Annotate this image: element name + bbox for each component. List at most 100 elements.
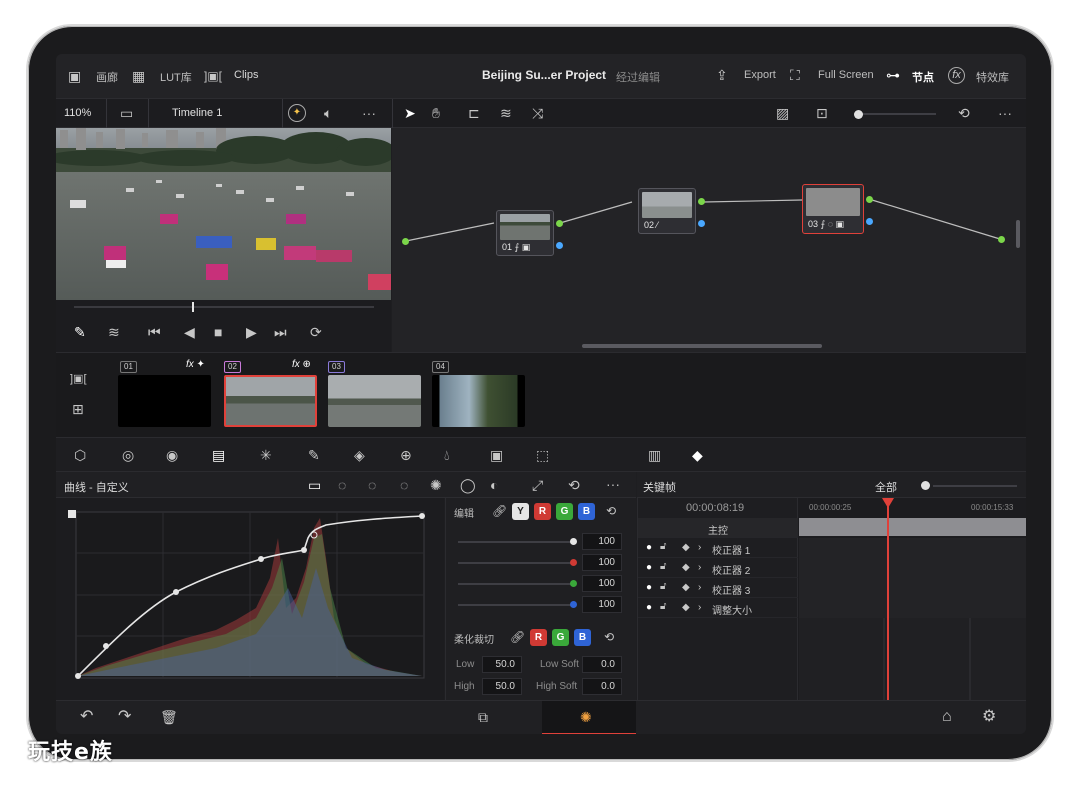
lock-icon[interactable]: 🔓︎ bbox=[660, 581, 666, 592]
magic-icon[interactable]: ✦ bbox=[288, 104, 306, 122]
video-viewer[interactable] bbox=[56, 128, 391, 300]
tracker-icon[interactable]: ⊕ bbox=[400, 447, 412, 463]
sizing-icon[interactable]: ⬚ bbox=[536, 447, 549, 463]
node-02-output[interactable] bbox=[698, 198, 705, 205]
camera-raw-icon[interactable]: ⬡ bbox=[74, 447, 86, 463]
lock-icon[interactable]: 🔓︎ bbox=[660, 541, 666, 552]
visibility-dot-icon[interactable]: ● bbox=[646, 602, 652, 613]
color-wheels-icon[interactable]: ◎ bbox=[122, 447, 134, 463]
key-icon[interactable]: ▣ bbox=[490, 447, 503, 463]
window-icon[interactable]: ◈ bbox=[354, 447, 365, 463]
low-value[interactable]: 50.0 bbox=[482, 656, 522, 673]
media-label[interactable]: 画廊 bbox=[96, 69, 118, 85]
keyframes-icon[interactable]: ◆ bbox=[692, 447, 703, 463]
y-intensity-slider[interactable] bbox=[458, 541, 574, 543]
hand-icon[interactable]: ✋︎ bbox=[432, 105, 440, 121]
reset-curves-icon[interactable]: ⟲ bbox=[568, 477, 580, 493]
high-soft-value[interactable]: 0.0 bbox=[582, 678, 622, 695]
node-03-alpha[interactable] bbox=[866, 218, 873, 225]
play-icon[interactable]: ▶ bbox=[246, 324, 257, 340]
soft-clip-r-button[interactable]: R bbox=[530, 629, 547, 646]
link-icon[interactable]: 🔗︎ bbox=[492, 503, 507, 519]
settings-gear-icon[interactable]: ⚙︎ bbox=[982, 709, 996, 725]
playhead-marker-icon[interactable] bbox=[882, 498, 894, 508]
nodes-label[interactable]: 节点 bbox=[912, 69, 934, 85]
keyframes-scope-dropdown[interactable]: 全部 bbox=[875, 479, 897, 495]
zoom-fit-icon[interactable]: ⊡ bbox=[816, 105, 828, 121]
channel-b-button[interactable]: B bbox=[578, 503, 595, 520]
stop-icon[interactable]: ■ bbox=[214, 324, 222, 340]
timeline-view-icon[interactable]: ⊞ bbox=[72, 401, 84, 417]
blur-icon[interactable]: 💧︎ bbox=[444, 447, 450, 463]
fullscreen-icon[interactable]: ⛶ bbox=[790, 67, 800, 83]
r-intensity-value[interactable]: 100 bbox=[582, 554, 622, 571]
b-slider-knob[interactable] bbox=[570, 601, 577, 608]
expand-icon[interactable]: ⤢ bbox=[532, 477, 543, 493]
curve-graph[interactable] bbox=[56, 498, 444, 700]
hue-vs-lum-icon[interactable]: ◌ bbox=[400, 477, 408, 493]
g-intensity-value[interactable]: 100 bbox=[582, 575, 622, 592]
skip-end-icon[interactable]: ⏭︎ bbox=[274, 324, 287, 340]
b-intensity-slider[interactable] bbox=[458, 604, 574, 606]
keyframe-diamond-icon[interactable]: ◆ bbox=[682, 542, 690, 553]
custom-curve-icon[interactable]: ▭ bbox=[308, 477, 321, 493]
reverse-play-icon[interactable]: ◀ bbox=[184, 324, 195, 340]
layers-icon[interactable]: ≋ bbox=[500, 105, 512, 121]
sat-vs-sat-icon[interactable]: ◯ bbox=[460, 477, 476, 493]
node-editor[interactable]: 01 ⨍ ▣ 02 ⁄ 03 ⨍ ◌ ▣ bbox=[392, 128, 1026, 352]
lock-icon[interactable]: 🔓︎ bbox=[660, 561, 666, 572]
r-slider-knob[interactable] bbox=[570, 559, 577, 566]
node-03-output[interactable] bbox=[866, 196, 873, 203]
channel-y-button[interactable]: Y bbox=[512, 503, 529, 520]
viewer-more-button[interactable]: ··· bbox=[362, 105, 376, 121]
node-zoom-slider[interactable] bbox=[856, 113, 936, 115]
b-intensity-value[interactable]: 100 bbox=[582, 596, 622, 613]
fullscreen-label[interactable]: Full Screen bbox=[818, 69, 874, 81]
node-02-alpha[interactable] bbox=[698, 220, 705, 227]
color-page-tab[interactable]: ✺ bbox=[542, 701, 636, 734]
hdr-wheels-icon[interactable]: ◉ bbox=[166, 447, 178, 463]
soft-clip-link-icon[interactable]: 🔗︎ bbox=[510, 629, 525, 645]
curves-more-button[interactable]: ··· bbox=[606, 476, 620, 492]
viewer-mode-icon[interactable]: ▭ bbox=[120, 105, 133, 121]
redo-icon[interactable]: ↷ bbox=[118, 709, 131, 725]
sat-vs-lum-icon[interactable]: ◐ bbox=[490, 477, 498, 493]
image-icon[interactable]: ▨ bbox=[776, 105, 789, 121]
expand-chevron-icon[interactable]: › bbox=[698, 582, 701, 593]
clip-thumbnail-01[interactable] bbox=[118, 375, 211, 427]
curves-icon[interactable]: ▤ bbox=[212, 447, 225, 463]
timeline-selector[interactable]: Timeline 1 bbox=[172, 107, 222, 119]
soft-clip-g-button[interactable]: G bbox=[552, 629, 569, 646]
audio-icon[interactable]: 🔈︎ bbox=[324, 105, 332, 121]
node-zoom-handle[interactable] bbox=[854, 110, 863, 119]
track-row[interactable]: ● 🔓︎ ◆ › 校正器 2 bbox=[638, 558, 798, 578]
visibility-dot-icon[interactable]: ● bbox=[646, 542, 652, 553]
keyframe-zoom-slider[interactable] bbox=[933, 485, 1017, 487]
undo-icon[interactable]: ↶ bbox=[80, 709, 93, 725]
visibility-dot-icon[interactable]: ● bbox=[646, 562, 652, 573]
lut-icon[interactable]: ▦ bbox=[132, 68, 145, 84]
color-warper-icon[interactable]: ✳ bbox=[260, 447, 272, 463]
node-01[interactable]: 01 ⨍ ▣ bbox=[496, 210, 554, 256]
clip-thumbnail-03[interactable] bbox=[328, 375, 421, 427]
layers-icon[interactable]: ≋ bbox=[108, 324, 120, 340]
scrubber-track[interactable] bbox=[74, 306, 374, 308]
g-intensity-slider[interactable] bbox=[458, 583, 574, 585]
keyframe-diamond-icon[interactable]: ◆ bbox=[682, 582, 690, 593]
channel-r-button[interactable]: R bbox=[534, 503, 551, 520]
lut-label[interactable]: LUT库 bbox=[160, 69, 192, 85]
node-01-output[interactable] bbox=[556, 220, 563, 227]
low-soft-value[interactable]: 0.0 bbox=[582, 656, 622, 673]
track-row[interactable]: ● 🔓︎ ◆ › 调整大小 bbox=[638, 598, 798, 618]
skip-start-icon[interactable]: ⏮︎ bbox=[148, 324, 161, 340]
visibility-dot-icon[interactable]: ● bbox=[646, 582, 652, 593]
cross-icon[interactable]: ⤨ bbox=[532, 105, 543, 121]
clips-icon[interactable]: ]▣[ bbox=[204, 68, 222, 84]
g-slider-knob[interactable] bbox=[570, 580, 577, 587]
r-intensity-slider[interactable] bbox=[458, 562, 574, 564]
node-02[interactable]: 02 ⁄ bbox=[638, 188, 696, 234]
zoom-level[interactable]: 110% bbox=[64, 107, 91, 119]
clips-view-icon[interactable]: ]▣[ bbox=[70, 371, 87, 387]
keyframe-zoom-handle[interactable] bbox=[921, 481, 930, 490]
node-03[interactable]: 03 ⨍ ◌ ▣ bbox=[802, 184, 864, 234]
